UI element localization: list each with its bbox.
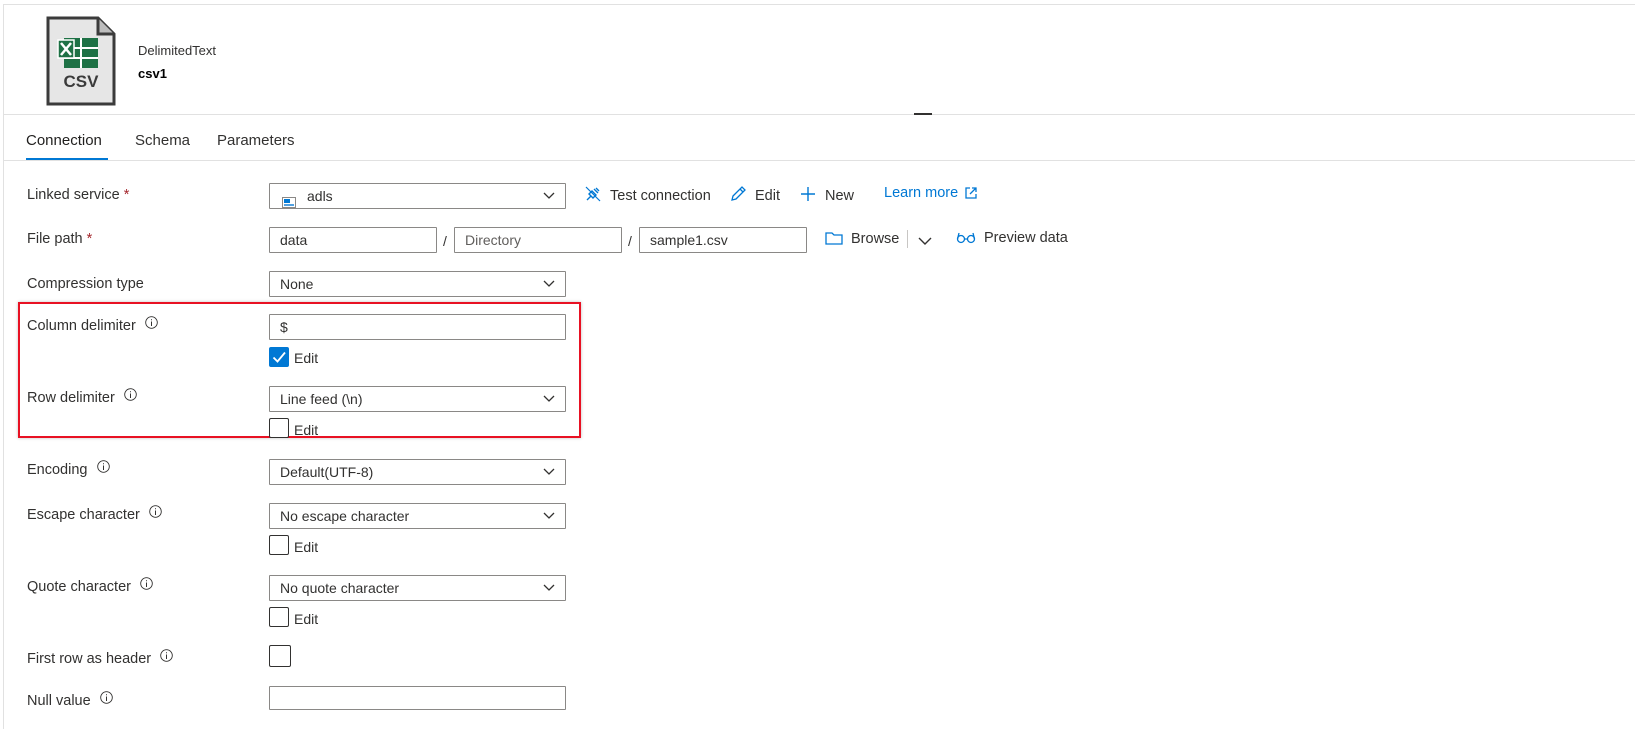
info-icon[interactable] [160, 649, 173, 662]
edit-linked-service-button[interactable]: Edit [729, 185, 780, 204]
escape-character-value: No escape character [280, 508, 410, 524]
csv-icon-label: CSV [63, 72, 99, 91]
tab-parameters[interactable]: Parameters [217, 132, 295, 149]
linked-service-dropdown[interactable]: adls [269, 183, 566, 209]
tab-schema[interactable]: Schema [135, 132, 190, 149]
glasses-icon [956, 232, 976, 244]
chevron-down-icon [543, 280, 555, 287]
quote-character-edit-checkbox[interactable] [269, 607, 289, 627]
escape-character-edit-checkbox[interactable] [269, 535, 289, 555]
dataset-name: csv1 [138, 66, 167, 81]
file-name-input[interactable]: sample1.csv [639, 227, 807, 253]
path-separator: / [443, 233, 447, 249]
header-divider [3, 114, 1635, 115]
row-delimiter-value: Line feed (\n) [280, 391, 363, 407]
browse-button[interactable]: Browse [825, 230, 899, 247]
plus-icon [801, 187, 815, 201]
file-path-label: File path * [27, 231, 93, 247]
row-delimiter-label: Row delimiter [27, 388, 137, 406]
column-delimiter-label: Column delimiter [27, 316, 158, 334]
encoding-dropdown[interactable]: Default(UTF-8) [269, 459, 566, 485]
compression-type-label: Compression type [27, 276, 144, 292]
directory-input[interactable]: Directory [454, 227, 622, 253]
linked-service-label: Linked service * [27, 187, 130, 203]
chevron-down-icon [918, 237, 932, 245]
learn-more-link[interactable]: Learn more [884, 185, 978, 201]
column-delimiter-edit-label: Edit [294, 350, 319, 366]
test-connection-button[interactable]: Test connection [584, 185, 711, 204]
resize-handle[interactable] [914, 113, 932, 115]
browse-options-chevron[interactable] [918, 233, 932, 251]
path-separator: / [628, 233, 632, 249]
escape-character-label: Escape character [27, 505, 162, 523]
quote-character-edit-label: Edit [294, 611, 319, 627]
plug-icon [585, 186, 601, 202]
tab-connection[interactable]: Connection [26, 132, 102, 149]
info-icon[interactable] [99, 691, 113, 704]
chevron-down-icon [543, 192, 555, 199]
preview-data-button[interactable]: Preview data [956, 230, 1068, 246]
escape-character-edit-label: Edit [294, 539, 319, 555]
escape-character-dropdown[interactable]: No escape character [269, 503, 566, 529]
row-delimiter-dropdown[interactable]: Line feed (\n) [269, 386, 566, 412]
folder-icon [825, 232, 843, 245]
pencil-icon [731, 186, 746, 201]
file-system-input[interactable]: data [269, 227, 437, 253]
encoding-value: Default(UTF-8) [280, 464, 374, 480]
checkmark-icon [272, 351, 286, 363]
null-value-input[interactable] [269, 686, 566, 710]
new-linked-service-button[interactable]: New [799, 185, 854, 204]
quote-character-value: No quote character [280, 580, 400, 596]
compression-type-dropdown[interactable]: None [269, 271, 566, 297]
info-icon[interactable] [96, 460, 110, 473]
encoding-label: Encoding [27, 460, 110, 478]
row-delimiter-edit-checkbox[interactable] [269, 418, 289, 438]
toolbar-divider [907, 230, 908, 248]
storage-icon [282, 191, 296, 215]
info-icon[interactable] [140, 577, 153, 590]
chevron-down-icon [543, 395, 555, 402]
first-row-header-label: First row as header [27, 649, 173, 667]
first-row-header-checkbox[interactable] [269, 645, 291, 667]
linked-service-value: adls [307, 188, 333, 204]
chevron-down-icon [543, 468, 555, 475]
info-icon[interactable] [149, 505, 162, 518]
quote-character-dropdown[interactable]: No quote character [269, 575, 566, 601]
dataset-type: DelimitedText [138, 43, 217, 58]
chevron-down-icon [543, 512, 555, 519]
column-delimiter-edit-checkbox[interactable] [269, 347, 289, 367]
compression-type-value: None [280, 276, 314, 292]
info-icon[interactable] [124, 388, 137, 401]
tabs-divider [3, 160, 1635, 161]
external-link-icon [965, 187, 977, 199]
column-delimiter-input[interactable]: $ [269, 314, 566, 340]
chevron-down-icon [543, 584, 555, 591]
quote-character-label: Quote character [27, 577, 153, 595]
info-icon[interactable] [145, 316, 158, 329]
csv-file-icon: CSV [46, 16, 116, 111]
null-value-label: Null value [27, 691, 113, 709]
row-delimiter-edit-label: Edit [294, 422, 319, 438]
